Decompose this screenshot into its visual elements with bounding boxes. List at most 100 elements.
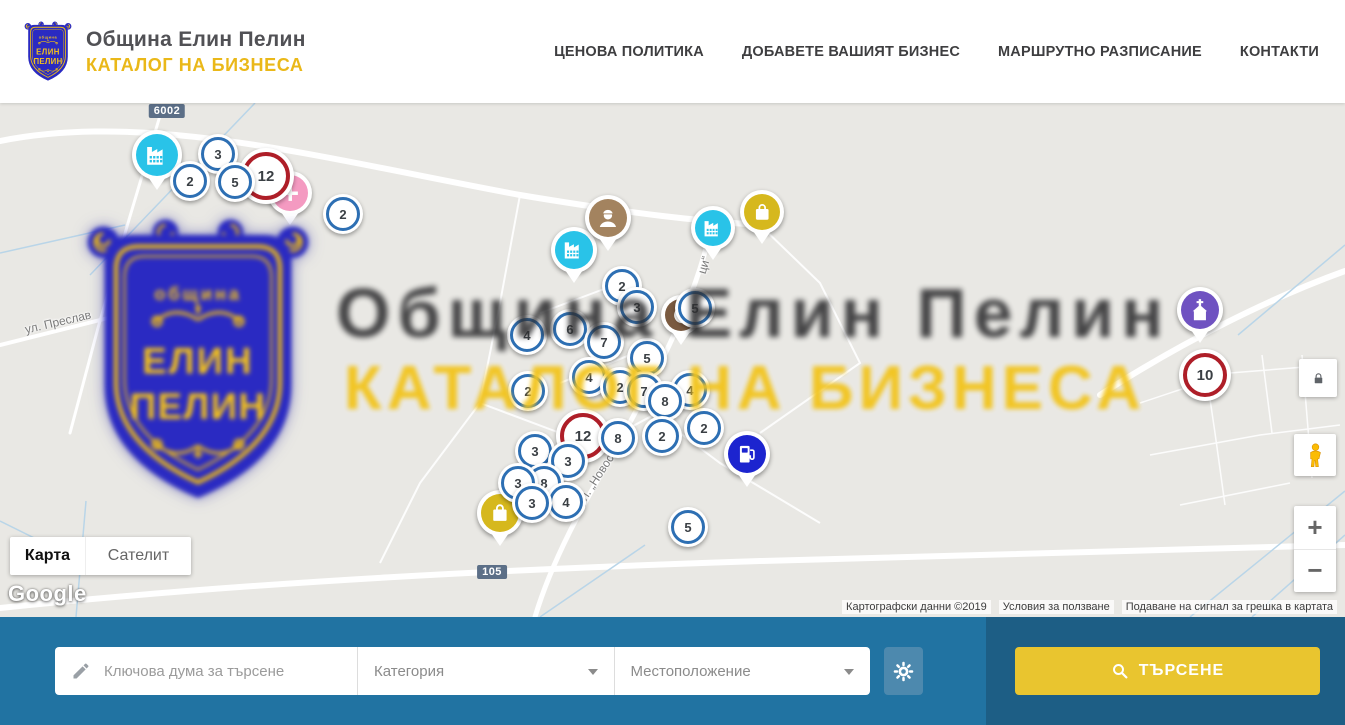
map-canvas[interactable]: 1232522356475422748212823383435106002105… [0,103,1345,617]
nav-pricing-policy[interactable]: ЦЕНОВА ПОЛИТИКА [554,44,704,60]
zoom-out-button[interactable]: − [1294,549,1336,593]
cluster-count: 2 [616,380,623,395]
cluster-marker[interactable]: 10 [1179,349,1231,401]
lock-icon [1311,370,1326,387]
map-type-map-button[interactable]: Карта [10,537,85,575]
cluster-marker[interactable]: 5 [675,288,715,328]
pin-tail [565,270,583,283]
search-bar-left: Категория Местоположение [0,617,986,725]
zoom-control: + − [1294,506,1336,592]
cluster-count: 3 [531,444,538,459]
pin-tail [1191,330,1209,343]
search-bar-right: ТЪРСЕНЕ [986,617,1345,725]
cluster-count: 7 [600,335,607,350]
cluster-marker[interactable]: 3 [617,287,657,327]
attribution-copyright: Картографски данни ©2019 [842,600,991,614]
chevron-down-icon [844,669,854,680]
cluster-count: 4 [562,495,569,510]
pin-tail [599,238,617,251]
cluster-count: 8 [661,394,668,409]
search-submit-button[interactable]: ТЪРСЕНЕ [1015,647,1320,695]
cluster-marker[interactable]: 2 [323,194,363,234]
page: Община Елин Пелин КАТАЛОГ НА БИЗНЕСА ЦЕН… [0,0,1345,725]
map-type-control: Карта Сателит [10,537,191,575]
bag-pin[interactable] [740,190,784,234]
keyword-field[interactable] [55,647,357,695]
pin-tail [672,332,690,345]
cluster-marker[interactable]: 5 [668,507,708,547]
brand-title: Община Елин Пелин [86,28,306,52]
cluster-count: 12 [258,168,275,185]
main-nav: ЦЕНОВА ПОЛИТИКА ДОБАВЕТЕ ВАШИЯТ БИЗНЕС М… [554,44,1319,60]
pin-tail [148,177,166,190]
cluster-marker[interactable]: 5 [215,162,255,202]
cluster-count: 3 [564,454,571,469]
cluster-count: 2 [186,174,193,189]
road-shield-label: 105 [477,565,507,579]
cluster-count: 4 [686,383,693,398]
search-form: Категория Местоположение [55,647,870,695]
cluster-count: 4 [585,370,592,385]
cluster-count: 3 [214,147,221,162]
map-lock-button[interactable] [1299,359,1337,397]
cluster-marker[interactable]: 8 [645,381,685,421]
search-settings-button[interactable] [884,647,923,695]
cluster-marker[interactable]: 7 [584,322,624,362]
map-type-satellite-button[interactable]: Сателит [85,537,191,575]
factory-pin[interactable] [691,206,735,250]
church-icon [1181,291,1219,329]
church-pin[interactable] [1177,287,1223,333]
cluster-count: 5 [684,520,691,535]
search-submit-label: ТЪРСЕНЕ [1139,662,1224,680]
cluster-count: 3 [633,300,640,315]
nav-contacts[interactable]: КОНТАКТИ [1240,44,1319,60]
chevron-down-icon [588,669,598,680]
pegman-icon [1302,442,1329,469]
cluster-marker[interactable]: 2 [642,416,682,456]
factory-pin[interactable] [551,227,597,273]
cluster-marker[interactable]: 4 [507,315,547,355]
cluster-marker[interactable]: 2 [170,161,210,201]
cluster-marker[interactable]: 2 [684,408,724,448]
map-attribution: Картографски данни ©2019 Условия за полз… [842,600,1337,614]
cluster-count: 2 [339,207,346,222]
google-logo[interactable]: Google [8,581,87,607]
cluster-count: 2 [700,421,707,436]
cluster-count: 8 [614,431,621,446]
zoom-in-button[interactable]: + [1294,506,1336,549]
street-view-pegman-button[interactable] [1294,434,1336,476]
bag-icon [744,194,780,230]
gear-icon [892,660,915,683]
location-select-value: Местоположение [631,663,751,680]
header: Община Елин Пелин КАТАЛОГ НА БИЗНЕСА ЦЕН… [0,0,1345,103]
cluster-count: 2 [658,429,665,444]
municipality-shield-logo [24,21,72,83]
factory-icon [136,134,178,176]
attribution-terms-link[interactable]: Условия за ползване [999,600,1114,614]
nav-add-your-business[interactable]: ДОБАВЕТЕ ВАШИЯТ БИЗНЕС [742,44,960,60]
search-icon [1111,662,1129,680]
pin-tail [491,533,509,546]
cluster-marker[interactable]: 4 [546,482,586,522]
nav-route-schedule[interactable]: МАРШРУТНО РАЗПИСАНИЕ [998,44,1202,60]
cluster-marker[interactable]: 8 [598,418,638,458]
attribution-report-link[interactable]: Подаване на сигнал за грешка в картата [1122,600,1337,614]
category-select[interactable]: Категория [357,647,614,695]
worker-pin[interactable] [585,195,631,241]
location-select[interactable]: Местоположение [614,647,871,695]
cluster-count: 12 [575,428,592,445]
cluster-count: 2 [524,384,531,399]
keyword-input[interactable] [102,662,357,681]
cluster-count: 5 [231,175,238,190]
search-bar: Категория Местоположение [0,617,1345,725]
pin-tail [281,212,299,225]
pin-tail [753,231,771,244]
cluster-count: 3 [528,496,535,511]
worker-icon [589,199,627,237]
brand-logo-link[interactable]: Община Елин Пелин КАТАЛОГ НА БИЗНЕСА [24,21,306,83]
cluster-marker[interactable]: 2 [508,371,548,411]
pin-tail [738,474,756,487]
cluster-marker[interactable]: 3 [512,483,552,523]
pencil-icon [71,661,91,681]
fuel-pin[interactable] [724,431,770,477]
